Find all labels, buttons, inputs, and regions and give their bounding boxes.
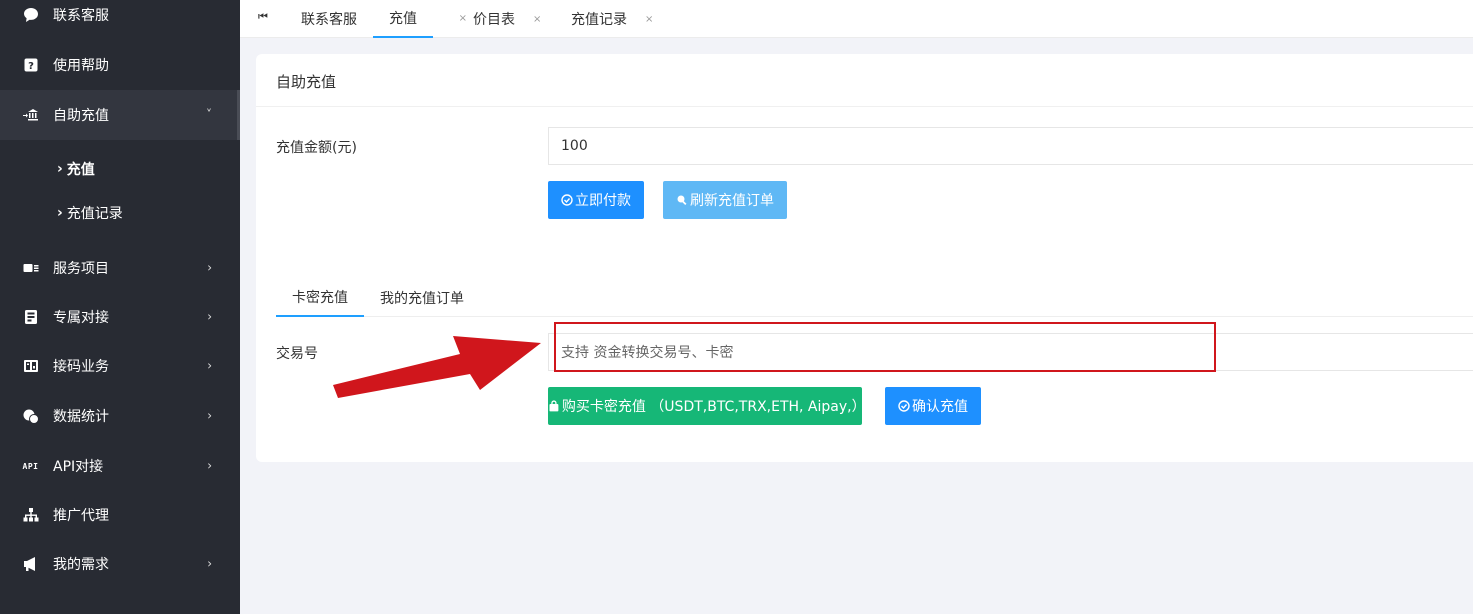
chevron-down-icon: ˅ xyxy=(206,107,212,122)
tab-contact-service[interactable]: 联系客服 xyxy=(301,0,357,38)
sidebar-item-exclusive-docking[interactable]: 专属对接 › xyxy=(0,292,240,342)
sidebar-item-promotion-agent[interactable]: 推广代理 xyxy=(0,490,240,540)
id-card-icon xyxy=(22,260,39,277)
check-circle-icon xyxy=(561,194,573,206)
api-icon: API xyxy=(22,461,39,471)
confirm-recharge-button[interactable]: 确认充值 xyxy=(885,387,981,425)
sidebar-item-contact-service[interactable]: 联系客服 xyxy=(0,0,240,40)
chevron-right-icon: › xyxy=(57,161,63,177)
sidebar-item-label: 使用帮助 xyxy=(53,58,109,74)
tab-recharge[interactable]: 充值 × xyxy=(373,0,467,38)
tab-label: 价目表 xyxy=(473,12,515,28)
chevron-right-icon: › xyxy=(207,260,212,275)
subtab-my-orders[interactable]: 我的充值订单 xyxy=(372,278,472,317)
help-question-icon: ? xyxy=(22,57,39,74)
sidebar-item-self-recharge[interactable]: 自助充值 ˅ xyxy=(0,90,240,140)
hierarchy-icon xyxy=(22,507,39,524)
sidebar-subitem-recharge[interactable]: › 充值 xyxy=(0,147,240,191)
chart-coins-icon xyxy=(22,408,39,425)
sidebar-item-label: 专属对接 xyxy=(53,310,109,326)
chat-bubble-icon xyxy=(22,7,39,24)
subtab-card-recharge[interactable]: 卡密充值 xyxy=(276,278,364,317)
megaphone-icon xyxy=(22,556,39,573)
chevron-right-icon: › xyxy=(207,408,212,423)
button-label: 立即付款 xyxy=(575,193,631,209)
card-title: 自助充值 xyxy=(276,73,337,91)
divider xyxy=(256,106,1473,107)
sidebar-item-my-requirements[interactable]: 我的需求 › xyxy=(0,539,240,589)
search-icon xyxy=(677,195,687,206)
button-label: 确认充值 xyxy=(912,399,968,415)
buy-card-recharge-button[interactable]: 购买卡密充值 （USDT,BTC,TRX,ETH, Aipay,） xyxy=(548,387,866,425)
bank-transfer-icon xyxy=(22,107,39,124)
sidebar: 联系客服 ? 使用帮助 自助充值 ˅ › 充值 › 充值记录 服务项目 › 专属… xyxy=(0,0,240,614)
transaction-id-label: 交易号 xyxy=(276,346,318,362)
chevron-right-icon: › xyxy=(207,309,212,324)
sidebar-item-label: 服务项目 xyxy=(53,261,109,277)
close-icon[interactable]: × xyxy=(533,14,541,25)
phone-book-icon xyxy=(22,309,39,326)
sidebar-item-label: 自助充值 xyxy=(53,108,109,124)
sidebar-subitem-recharge-records[interactable]: › 充值记录 xyxy=(0,191,240,235)
pay-now-button[interactable]: 立即付款 xyxy=(548,181,644,219)
sidebar-item-label: 数据统计 xyxy=(53,409,109,425)
chevron-right-icon: › xyxy=(57,205,63,221)
amount-label: 充值金额(元) xyxy=(276,140,357,156)
sidebar-item-label: 接码业务 xyxy=(53,359,109,375)
sidebar-subitem-label: 充值记录 xyxy=(66,206,123,222)
sidebar-item-help[interactable]: ? 使用帮助 xyxy=(0,40,240,90)
sidebar-item-label: 联系客服 xyxy=(53,8,109,24)
amount-input[interactable]: 100 xyxy=(548,127,1473,165)
svg-text:?: ? xyxy=(28,61,34,72)
tab-label: 联系客服 xyxy=(301,12,357,28)
button-label: 刷新充值订单 xyxy=(690,193,774,209)
shopping-bag-icon xyxy=(549,400,559,412)
button-label: 购买卡密充值 （USDT,BTC,TRX,ETH, Aipay,） xyxy=(561,399,866,415)
close-icon[interactable]: × xyxy=(645,14,653,25)
chevron-right-icon: › xyxy=(207,556,212,571)
refresh-orders-button[interactable]: 刷新充值订单 xyxy=(663,181,787,219)
tab-label: 充值记录 xyxy=(571,12,627,28)
tab-label: 充值 xyxy=(389,11,417,27)
sidebar-item-statistics[interactable]: 数据统计 › xyxy=(0,391,240,441)
sms-code-icon xyxy=(22,358,39,375)
tab-price-list[interactable]: 价目表 × xyxy=(473,0,541,38)
sidebar-item-label: API对接 xyxy=(53,459,104,475)
first-page-icon[interactable]: ⏮ xyxy=(258,10,268,24)
sidebar-item-label: 推广代理 xyxy=(53,508,109,524)
tab-bar: ⏮ 联系客服 充值 × 价目表 × 充值记录 × xyxy=(240,0,1473,38)
sidebar-subitem-label: 充值 xyxy=(66,162,95,178)
transaction-id-input[interactable]: 支持 资金转换交易号、卡密 xyxy=(548,333,1473,371)
close-icon[interactable]: × xyxy=(459,13,467,24)
sidebar-item-label: 我的需求 xyxy=(53,557,109,573)
sidebar-item-services[interactable]: 服务项目 › xyxy=(0,243,240,293)
sidebar-item-api-docking[interactable]: API API对接 › xyxy=(0,441,240,491)
chevron-right-icon: › xyxy=(207,458,212,473)
sidebar-item-sms-code[interactable]: 接码业务 › xyxy=(0,341,240,391)
tab-recharge-records[interactable]: 充值记录 × xyxy=(571,0,653,38)
chevron-right-icon: › xyxy=(207,358,212,373)
check-circle-icon xyxy=(898,400,910,412)
